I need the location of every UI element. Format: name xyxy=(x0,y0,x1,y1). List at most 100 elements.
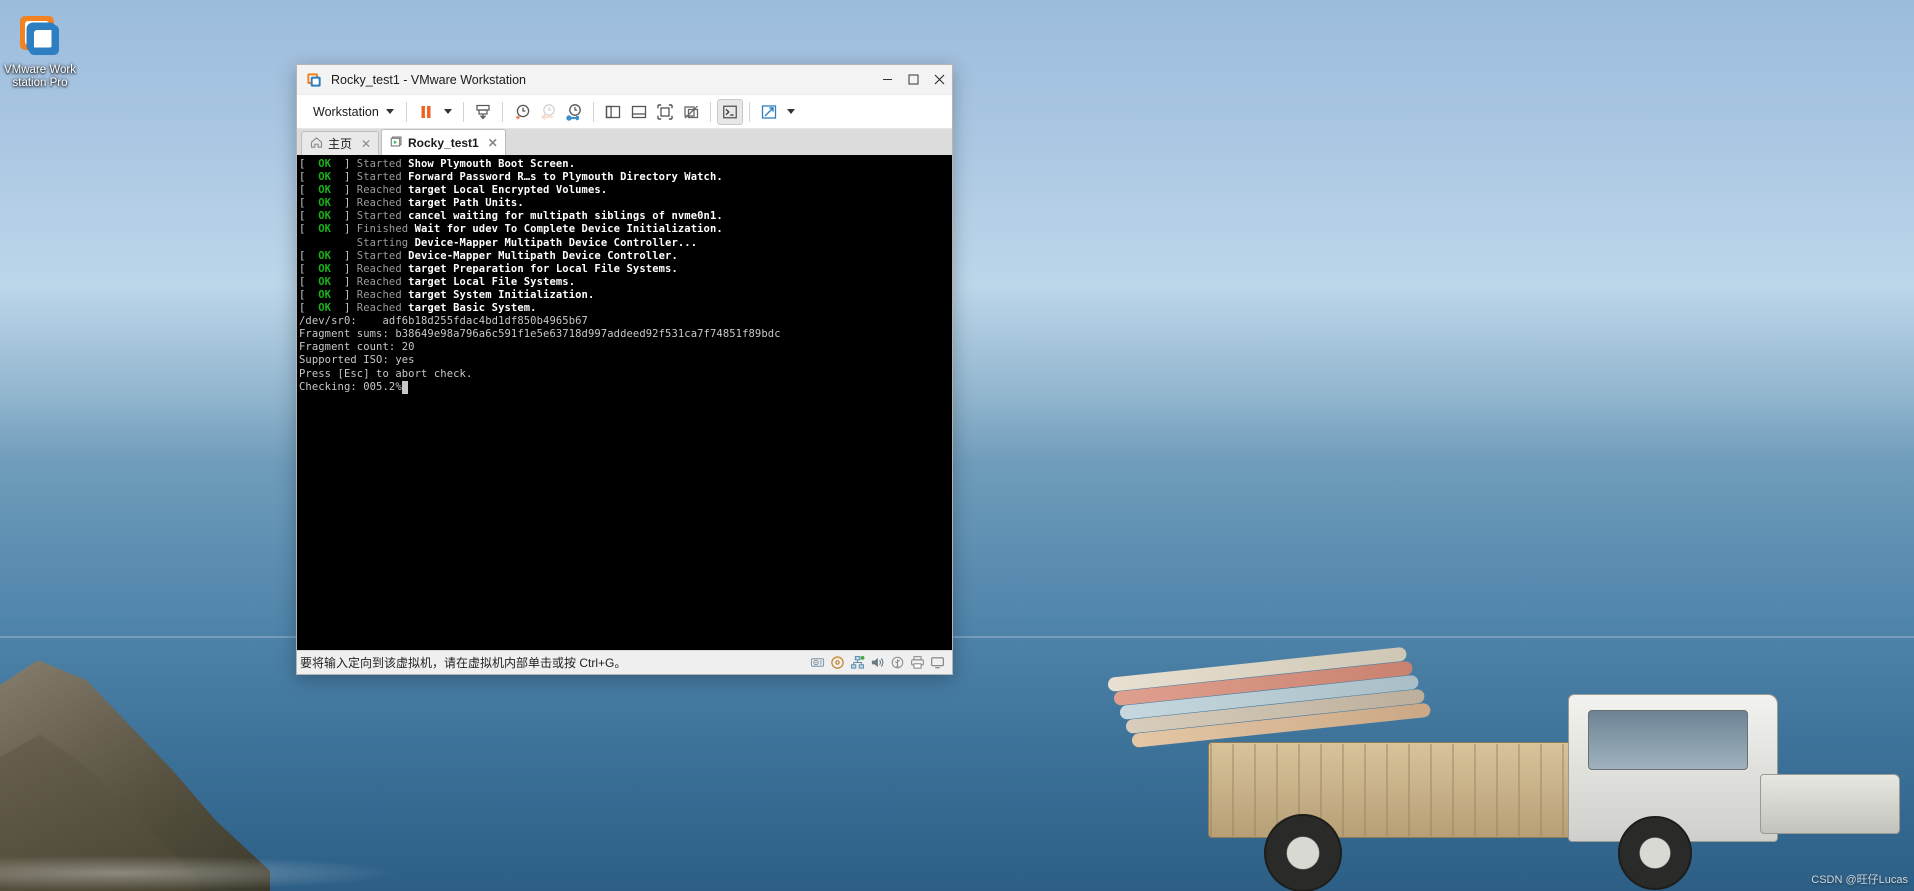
bracket-close: ] xyxy=(343,275,357,288)
tab-rocky-test1[interactable]: Rocky_test1 ✕ xyxy=(381,129,506,155)
console-view-button[interactable] xyxy=(716,98,743,125)
status-harddisk-icon[interactable] xyxy=(809,654,826,671)
manage-snapshots-button[interactable] xyxy=(561,99,587,125)
status-ok-label: OK xyxy=(305,249,344,262)
truck-window xyxy=(1588,710,1748,770)
bracket-close: ] xyxy=(343,249,357,262)
full-screen-button[interactable] xyxy=(652,99,678,125)
log-verb: Started xyxy=(356,171,409,184)
desktop-shortcut-label: VMware Workstation Pro xyxy=(4,64,76,89)
status-ok-label: OK xyxy=(305,171,344,184)
log-verb: Reached xyxy=(356,184,409,197)
sea-foam xyxy=(0,855,400,891)
minimize-button[interactable] xyxy=(874,65,900,95)
window-title: Rocky_test1 - VMware Workstation xyxy=(331,72,526,87)
truck-wheel xyxy=(1618,816,1692,890)
status-printer-icon[interactable] xyxy=(909,654,926,671)
take-snapshot-button[interactable] xyxy=(509,99,535,125)
truck-bed-slats xyxy=(1210,744,1586,836)
log-message: Wait for udev To Complete Device Initial… xyxy=(414,223,723,236)
status-cdrom-icon[interactable] xyxy=(829,654,846,671)
log-verb: Starting xyxy=(356,236,415,249)
log-message: cancel waiting for multipath siblings of… xyxy=(408,210,723,223)
send-key-icon xyxy=(476,104,490,119)
truck-hood xyxy=(1760,774,1900,834)
log-message: Forward Password R…s to Plymouth Directo… xyxy=(408,171,723,184)
log-line: Fragment sums: b38649e98a796a6c591f1e5e6… xyxy=(299,328,781,341)
tab-home[interactable]: 主页 ✕ xyxy=(301,131,380,155)
suspend-button[interactable] xyxy=(413,99,439,125)
toolbar-separator xyxy=(709,101,711,122)
workstation-menu-button[interactable]: Workstation xyxy=(307,102,400,122)
bracket-close: ] xyxy=(343,184,357,197)
log-message: target Basic System. xyxy=(408,302,537,315)
log-message: Device-Mapper Multipath Device Controlle… xyxy=(414,236,698,249)
status-ok-label: OK xyxy=(305,210,344,223)
chevron-down-icon xyxy=(443,109,452,114)
status-ok-label: OK xyxy=(305,223,344,236)
log-verb: Started xyxy=(356,249,409,262)
fullscreen-icon xyxy=(657,103,673,120)
log-verb: Reached xyxy=(356,275,409,288)
horizon-line xyxy=(0,636,1914,638)
text-cursor xyxy=(401,380,408,394)
send-ctrl-alt-del-button[interactable] xyxy=(470,99,496,125)
tab-rocky-test1-label: Rocky_test1 xyxy=(408,135,479,150)
tab-home-close-icon[interactable]: ✕ xyxy=(360,137,372,151)
toolbar-separator xyxy=(592,101,594,122)
unity-mode-button[interactable] xyxy=(678,99,704,125)
status-network-icon[interactable] xyxy=(849,654,866,671)
desktop-shortcut-vmware[interactable]: VMware Workstation Pro xyxy=(2,8,78,90)
log-line: Press [Esc] to abort check. xyxy=(299,367,473,380)
log-message: Show Plymouth Boot Screen. xyxy=(408,158,576,170)
vm-tab-strip: 主页 ✕ Rocky_test1 ✕ xyxy=(297,129,952,155)
vmware-workstation-window: Rocky_test1 - VMware Workstation Worksta… xyxy=(296,64,953,675)
toolbar-separator xyxy=(501,101,503,122)
vm-status-bar: 要将输入定向到该虚拟机，请在虚拟机内部单击或按 Ctrl+G。 xyxy=(297,650,952,674)
chevron-down-icon xyxy=(385,109,394,114)
log-verb: Reached xyxy=(356,302,409,315)
log-message: target System Initialization. xyxy=(408,288,595,301)
show-library-button[interactable] xyxy=(600,99,626,125)
tab-home-label: 主页 xyxy=(328,137,353,151)
boot-console-output: [ OK ] Started Show Plymouth Boot Screen… xyxy=(299,158,952,394)
status-ok-label: OK xyxy=(305,158,344,170)
log-verb: Reached xyxy=(356,197,409,210)
workstation-menu-label: Workstation xyxy=(313,104,379,119)
main-toolbar: Workstation xyxy=(297,95,952,129)
toolbar-separator xyxy=(748,101,750,122)
bracket-close: ] xyxy=(343,223,357,236)
power-dropdown-button[interactable] xyxy=(439,99,457,125)
log-verb: Started xyxy=(356,158,409,170)
maximize-button[interactable] xyxy=(900,65,926,95)
bracket-close: ] xyxy=(343,302,357,315)
log-line: Supported ISO: yes xyxy=(299,354,415,367)
stretch-dropdown-button[interactable] xyxy=(782,99,800,125)
log-line: Fragment count: 20 xyxy=(299,341,415,354)
status-sound-icon[interactable] xyxy=(869,654,886,671)
tab-rocky-test1-close-icon[interactable]: ✕ xyxy=(487,136,499,150)
window-title-bar[interactable]: Rocky_test1 - VMware Workstation xyxy=(297,65,952,95)
status-display-icon[interactable] xyxy=(929,654,946,671)
log-verb: Reached xyxy=(356,262,409,275)
pickup-truck-with-surfboards xyxy=(1107,646,1914,891)
status-ok-label: OK xyxy=(305,262,344,275)
log-message: target Preparation for Local File System… xyxy=(408,262,678,275)
clock-back-arrow-icon xyxy=(540,103,555,120)
revert-snapshot-button[interactable] xyxy=(535,99,561,125)
stretch-guest-button[interactable] xyxy=(756,99,782,125)
status-message: 要将输入定向到该虚拟机，请在虚拟机内部单击或按 Ctrl+G。 xyxy=(300,656,627,670)
vm-guest-display[interactable]: [ OK ] Started Show Plymouth Boot Screen… xyxy=(297,155,952,650)
bracket-close: ] xyxy=(343,210,357,223)
show-thumbnail-bar-button[interactable] xyxy=(626,99,652,125)
log-line: /dev/sr0: adf6b18d255fdac4bd1df850b4965b… xyxy=(299,315,588,328)
vmware-logo-icon xyxy=(16,12,64,60)
bracket-close: ] xyxy=(343,197,357,210)
status-usb-icon[interactable] xyxy=(889,654,906,671)
truck-wheel xyxy=(1264,814,1342,891)
status-ok-label: OK xyxy=(305,302,344,315)
terminal-prompt-icon xyxy=(722,105,737,118)
status-ok-label: OK xyxy=(305,184,344,197)
panel-left-icon xyxy=(605,105,620,118)
close-button[interactable] xyxy=(926,65,952,95)
